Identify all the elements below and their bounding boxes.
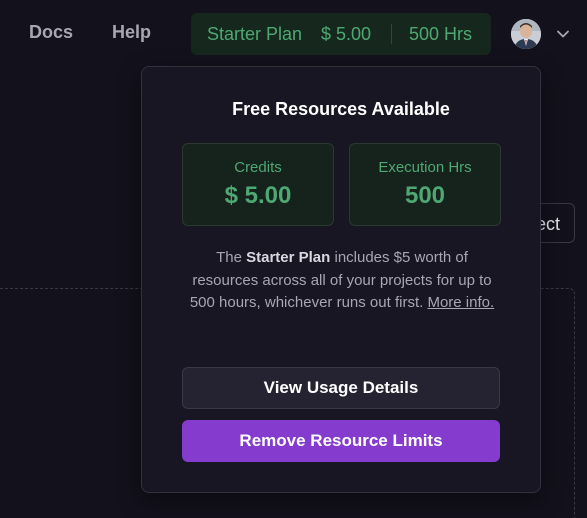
popover-title: Free Resources Available — [232, 99, 450, 119]
avatar[interactable] — [511, 19, 541, 49]
free-resources-popover: Free Resources Available Credits $ 5.00 … — [141, 66, 541, 493]
user-avatar-icon — [511, 19, 541, 49]
execution-hours-value: 500 — [404, 182, 446, 209]
more-info-link[interactable]: More info. — [427, 294, 494, 311]
nav-docs-link[interactable]: Docs — [29, 22, 73, 43]
desc-plan-name: Starter Plan — [246, 249, 331, 266]
credits-value: $ 5.00 — [224, 182, 292, 209]
plan-hours: 500 Hrs — [409, 24, 473, 44]
credits-card: Credits $ 5.00 — [182, 143, 334, 226]
plan-credits: $ 5.00 — [321, 24, 372, 44]
plan-description: The Starter Plan includes $5 worth of re… — [182, 247, 502, 315]
remove-resource-limits-button[interactable]: Remove Resource Limits — [182, 420, 500, 462]
desc-prefix: The — [216, 249, 247, 266]
credits-label: Credits — [234, 159, 282, 176]
plan-status-button[interactable]: Starter Plan $ 5.00 500 Hrs — [191, 13, 491, 55]
nav-help-link[interactable]: Help — [112, 22, 151, 43]
chevron-down-icon[interactable] — [555, 26, 571, 42]
view-usage-details-button[interactable]: View Usage Details — [182, 367, 500, 409]
execution-hours-label: Execution Hrs — [378, 159, 472, 176]
plan-name: Starter Plan — [207, 24, 303, 44]
plan-divider — [391, 24, 392, 44]
execution-hours-card: Execution Hrs 500 — [349, 143, 501, 226]
